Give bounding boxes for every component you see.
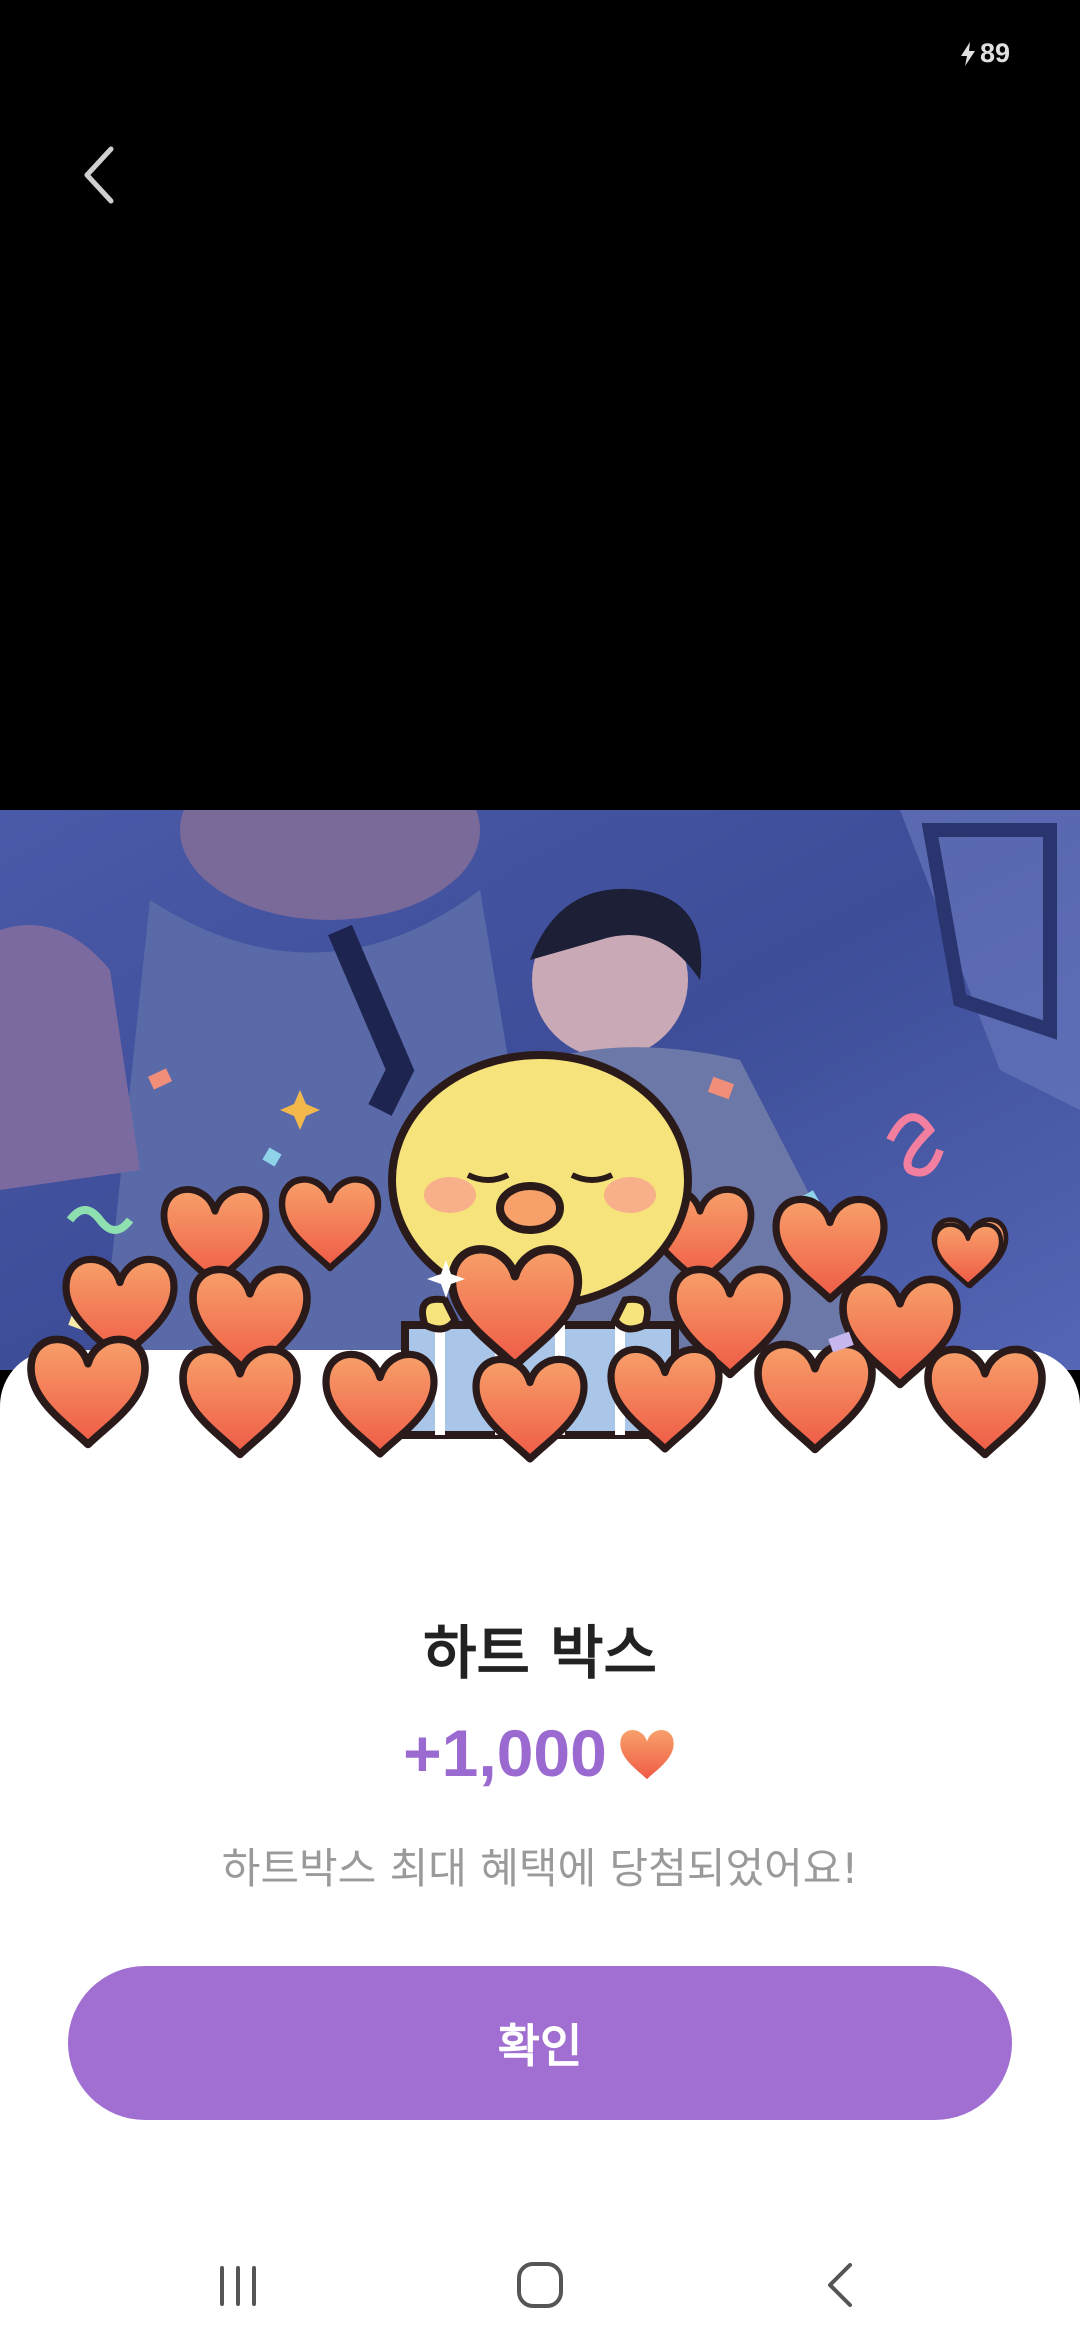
confirm-button[interactable]: 확인: [68, 1966, 1012, 2120]
back-nav-button[interactable]: [802, 2250, 882, 2320]
system-nav-bar: [0, 2220, 1080, 2340]
recents-icon: [220, 2266, 256, 2306]
back-button[interactable]: [65, 135, 135, 215]
battery-indicator: 89: [960, 38, 1010, 69]
reward-amount: +1,000: [0, 1715, 1080, 1791]
charging-icon: [960, 41, 975, 66]
popup-title: 하트 박스: [423, 1619, 657, 1687]
recents-button[interactable]: [198, 2250, 278, 2320]
back-icon: [828, 2263, 852, 2307]
heart-box-illustration: [0, 1040, 1080, 1540]
battery-level: 89: [979, 38, 1010, 68]
heart-icon: [620, 1730, 674, 1780]
reward-message: 하트박스 최대 혜택에 당첨되었어요!: [221, 1844, 859, 1893]
chevron-left-icon: [84, 146, 114, 204]
amount-value: +1,000: [403, 1716, 607, 1790]
home-icon: [517, 2262, 563, 2308]
home-button[interactable]: [500, 2250, 580, 2320]
status-bar: 89: [0, 0, 1080, 110]
